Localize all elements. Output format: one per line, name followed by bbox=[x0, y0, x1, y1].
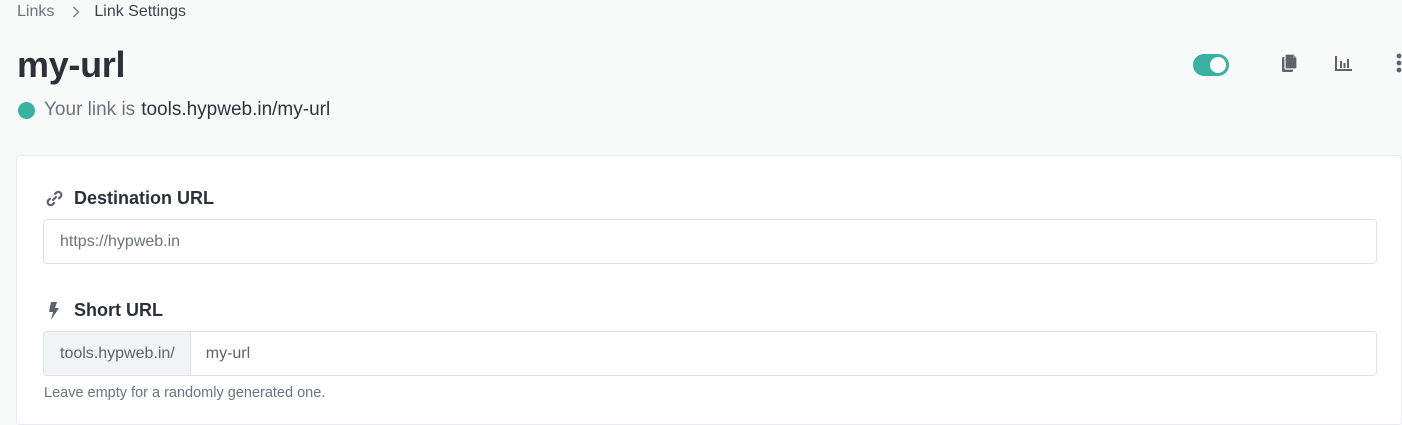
breadcrumb: Links Link Settings bbox=[17, 3, 186, 21]
breadcrumb-links-link[interactable]: Links bbox=[17, 3, 54, 21]
more-options-button[interactable] bbox=[1387, 53, 1402, 77]
destination-url-value: https://hypweb.in bbox=[60, 232, 181, 250]
short-url-help-text: Leave empty for a randomly generated one… bbox=[44, 385, 326, 401]
copy-icon bbox=[1281, 52, 1299, 78]
chevron-right-icon bbox=[72, 6, 80, 18]
header-actions bbox=[1193, 52, 1402, 78]
status-prefix: Your link is bbox=[44, 99, 136, 120]
analytics-icon bbox=[1335, 55, 1353, 76]
page-title: my-url bbox=[17, 44, 126, 85]
destination-url-label: Destination URL bbox=[45, 188, 214, 209]
link-status: Your link is tools.hypweb.in/my-url bbox=[18, 99, 330, 121]
copy-button[interactable] bbox=[1278, 52, 1302, 78]
destination-url-label-text: Destination URL bbox=[74, 188, 215, 208]
short-url-input[interactable]: my-url bbox=[191, 345, 250, 363]
analytics-button[interactable] bbox=[1332, 53, 1356, 77]
link-active-toggle[interactable] bbox=[1193, 54, 1229, 76]
destination-url-input[interactable]: https://hypweb.in bbox=[43, 219, 1377, 264]
short-url-label: Short URL bbox=[45, 300, 163, 321]
short-url-prefix: tools.hypweb.in/ bbox=[44, 332, 191, 375]
more-vertical-icon bbox=[1396, 53, 1402, 78]
link-icon bbox=[45, 190, 63, 208]
short-link-url[interactable]: tools.hypweb.in/my-url bbox=[141, 99, 330, 121]
short-url-label-text: Short URL bbox=[74, 300, 163, 320]
breadcrumb-current: Link Settings bbox=[94, 3, 186, 20]
bolt-icon bbox=[45, 301, 63, 320]
status-dot bbox=[18, 101, 35, 119]
link-settings-card: Destination URL https://hypweb.in Short … bbox=[16, 155, 1402, 425]
toggle-knob bbox=[1210, 57, 1226, 73]
short-url-input-group[interactable]: tools.hypweb.in/ my-url bbox=[43, 331, 1377, 376]
